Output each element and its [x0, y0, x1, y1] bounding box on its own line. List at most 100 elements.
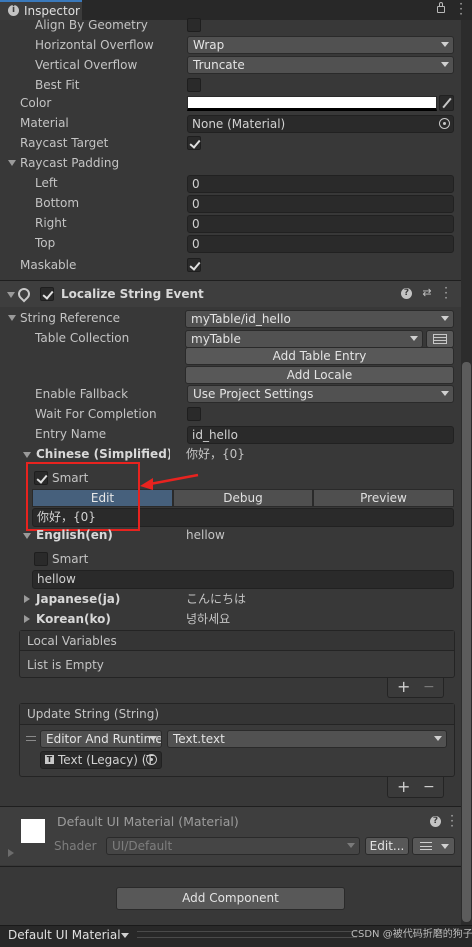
english-foldout-icon[interactable]	[23, 533, 31, 539]
local-variables-empty: List is Empty	[27, 658, 104, 672]
japanese-foldout-icon[interactable]	[24, 595, 30, 603]
best-fit-checkbox[interactable]	[187, 78, 201, 92]
string-reference-foldout-icon[interactable]	[8, 315, 16, 321]
update-string-title: Update String (String)	[27, 707, 160, 721]
padding-bottom-label: Bottom	[35, 196, 80, 210]
padding-right-field[interactable]: 0	[187, 215, 454, 233]
object-picker-dot	[443, 122, 446, 125]
vertical-overflow-label: Vertical Overflow	[35, 58, 138, 72]
component-foldout-icon[interactable]	[7, 292, 15, 298]
color-label: Color	[20, 96, 52, 110]
align-by-geometry-label: Align By Geometry	[35, 18, 148, 32]
lock-icon[interactable]	[437, 6, 445, 13]
text-component-icon: T	[45, 755, 54, 764]
shader-dropdown[interactable]: UI/Default	[106, 837, 360, 855]
raycast-padding-label[interactable]: Raycast Padding	[20, 153, 119, 173]
highlight-box	[26, 462, 140, 531]
table-window-icon	[433, 334, 447, 344]
align-by-geometry-checkbox[interactable]	[187, 18, 201, 32]
japanese-locale-label[interactable]: Japanese(ja)	[36, 589, 120, 609]
divider	[0, 866, 461, 867]
add-locale-button[interactable]: Add Locale	[185, 366, 454, 384]
maskable-label: Maskable	[20, 258, 77, 272]
english-preview-text: hellow	[186, 528, 225, 542]
shader-edit-button[interactable]: Edit...	[365, 837, 409, 855]
vertical-overflow-dropdown[interactable]: Truncate	[187, 56, 454, 74]
preview-dropdown-icon[interactable]	[121, 933, 129, 938]
padding-top-field[interactable]: 0	[187, 235, 454, 253]
tab-preview-label: Preview	[360, 491, 407, 505]
function-dropdown[interactable]: Text.text	[167, 730, 447, 748]
scrollbar-thumb[interactable]	[462, 362, 471, 922]
component-menu-icon[interactable]: · · ·	[441, 282, 451, 304]
kebab-menu-icon[interactable]: · · ·	[456, 0, 466, 20]
raycast-padding-foldout-icon[interactable]	[8, 160, 16, 166]
local-variables-remove-icon[interactable]: −	[423, 678, 435, 696]
tab-preview[interactable]: Preview	[313, 489, 454, 507]
korean-locale-label[interactable]: Korean(ko)	[36, 609, 111, 629]
material-preview-thumbnail	[21, 819, 45, 843]
material-label: Material	[20, 116, 69, 130]
material-name: Default UI Material (Material)	[57, 814, 239, 829]
padding-top-label: Top	[35, 236, 56, 250]
local-variables-add-icon[interactable]: +	[397, 678, 410, 696]
chinese-locale-label[interactable]: Chinese (Simplified)(zl	[36, 444, 170, 464]
horizontal-overflow-dropdown[interactable]: Wrap	[187, 36, 454, 54]
wait-for-completion-checkbox[interactable]	[187, 407, 201, 421]
local-variables-footer	[387, 678, 444, 698]
update-string-remove-icon[interactable]: −	[423, 778, 435, 796]
add-table-entry-button[interactable]: Add Table Entry	[185, 347, 454, 365]
english-locale-label[interactable]: English(en)	[36, 525, 113, 545]
english-smart-checkbox[interactable]	[34, 552, 48, 566]
raycast-target-label: Raycast Target	[20, 136, 109, 150]
material-menu-icon[interactable]: · · ·	[447, 810, 457, 832]
table-collection-label: Table Collection	[35, 331, 130, 345]
padding-bottom-field[interactable]: 0	[187, 195, 454, 213]
padding-left-field[interactable]: 0	[187, 175, 454, 193]
shader-options-button[interactable]	[412, 837, 455, 855]
table-window-button[interactable]	[426, 330, 454, 348]
material-help-icon[interactable]: ?	[430, 816, 441, 827]
chinese-preview-text: 你好，{0}	[186, 447, 245, 461]
material-field[interactable]: None (Material)	[187, 115, 454, 133]
annotation-arrow	[140, 473, 199, 490]
target-picker-icon[interactable]	[146, 754, 157, 765]
color-swatch[interactable]	[187, 96, 437, 111]
target-object-field[interactable]: T Text (Legacy) (T	[40, 751, 162, 769]
component-enabled-checkbox[interactable]	[40, 287, 54, 301]
preview-drag-handle[interactable]	[137, 931, 357, 938]
update-string-footer	[387, 777, 444, 798]
enable-fallback-label: Enable Fallback	[35, 387, 129, 401]
string-reference-label[interactable]: String Reference	[20, 308, 120, 328]
wait-for-completion-label: Wait For Completion	[35, 407, 157, 421]
padding-right-label: Right	[35, 216, 67, 230]
runtime-mode-dropdown[interactable]: Editor And Runtime	[40, 730, 162, 748]
material-foldout-icon[interactable]	[8, 849, 14, 857]
object-picker-icon[interactable]	[439, 118, 450, 129]
preview-title[interactable]: Default UI Material	[8, 925, 121, 945]
chinese-foldout-icon[interactable]	[23, 452, 31, 458]
string-reference-dropdown[interactable]: myTable/id_hello	[185, 310, 454, 328]
help-icon[interactable]: ?	[401, 288, 412, 299]
horizontal-overflow-label: Horizontal Overflow	[35, 38, 154, 52]
padding-left-label: Left	[35, 176, 58, 190]
preset-icon[interactable]: ⇄	[421, 287, 433, 299]
drag-handle-icon[interactable]	[26, 736, 36, 741]
update-string-add-icon[interactable]: +	[397, 778, 410, 796]
eyedropper-icon[interactable]	[439, 95, 454, 111]
english-text-field[interactable]: hellow	[32, 570, 454, 589]
maskable-checkbox[interactable]	[187, 258, 201, 272]
list-icon-middle	[420, 846, 432, 847]
watermark: CSDN @被代码折磨的狗子	[351, 929, 472, 940]
entry-name-field[interactable]: id_hello	[187, 426, 454, 444]
best-fit-label: Best Fit	[35, 78, 80, 92]
korean-foldout-icon[interactable]	[24, 615, 30, 623]
add-component-button[interactable]: Add Component	[116, 887, 345, 910]
local-variables-list: Local Variables List is Empty	[19, 630, 455, 678]
enable-fallback-dropdown[interactable]: Use Project Settings	[187, 385, 454, 403]
target-picker-dot	[150, 758, 153, 761]
table-collection-dropdown[interactable]: myTable	[185, 330, 423, 348]
korean-preview-text: 녕하세요	[186, 612, 231, 626]
raycast-target-checkbox[interactable]	[187, 136, 201, 150]
lock-shackle	[439, 2, 443, 7]
